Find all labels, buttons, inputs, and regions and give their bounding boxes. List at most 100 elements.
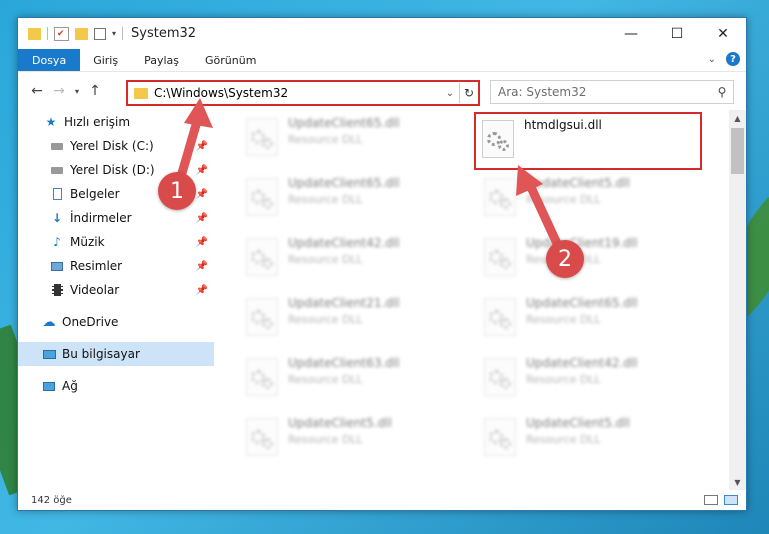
file-name: UpdateClient21.dll: [288, 296, 400, 310]
address-bar[interactable]: C:\Windows\System32 ⌄ ↻: [126, 80, 480, 106]
file-description: Resource DLL: [288, 373, 363, 386]
file-name: UpdateClient65.dll: [288, 176, 400, 190]
nav-item-local-disk-c[interactable]: Yerel Disk (C:) 📌: [18, 134, 214, 158]
file-name: UpdateClient63.dll: [288, 356, 400, 370]
scroll-down-icon[interactable]: ▼: [729, 474, 746, 490]
new-folder-icon[interactable]: [75, 27, 88, 40]
pin-icon[interactable]: 📌: [196, 141, 208, 152]
file-item[interactable]: UpdateClient5.dll Resource DLL: [236, 412, 466, 466]
nav-label: Bu bilgisayar: [62, 347, 140, 361]
search-icon[interactable]: ⚲: [711, 85, 733, 99]
file-item[interactable]: UpdateClient42.dll Resource DLL: [236, 232, 466, 286]
dll-file-icon: [482, 120, 514, 158]
nav-label: Resimler: [70, 259, 123, 273]
nav-item-network[interactable]: Ağ: [18, 374, 214, 398]
file-name: UpdateClient65.dll: [526, 296, 638, 310]
pictures-icon: [50, 260, 64, 273]
details-view-icon[interactable]: [704, 495, 718, 505]
file-name: UpdateClient5.dll: [288, 416, 392, 430]
drive-icon: [50, 164, 64, 177]
recent-locations-icon[interactable]: ▾: [70, 87, 84, 96]
dll-file-icon: [484, 418, 516, 456]
refresh-icon[interactable]: ↻: [459, 83, 478, 103]
tab-share[interactable]: Paylaş: [131, 49, 192, 71]
scroll-up-icon[interactable]: ▲: [729, 110, 746, 126]
customize-toolbar-icon[interactable]: [94, 27, 106, 40]
file-name: UpdateClient65.dll: [288, 116, 400, 130]
explorer-window: ✔ ▾ System32 — ☐ ✕ Dosya Giriş Paylaş Gö…: [17, 17, 747, 511]
pin-icon[interactable]: 📌: [196, 285, 208, 296]
divider: [47, 27, 48, 40]
file-name: UpdateClient42.dll: [288, 236, 400, 250]
nav-label: OneDrive: [62, 315, 119, 329]
minimize-icon[interactable]: —: [608, 18, 654, 49]
up-arrow-icon[interactable]: ↑: [84, 83, 106, 99]
file-item[interactable]: UpdateClient65.dll Resource DLL: [236, 172, 466, 226]
nav-quick-access[interactable]: ★ Hızlı erişim: [18, 110, 214, 134]
nav-item-this-pc[interactable]: Bu bilgisayar: [18, 342, 214, 366]
videos-icon: [50, 284, 64, 297]
chevron-down-icon[interactable]: ▾: [112, 29, 116, 38]
back-arrow-icon[interactable]: ←: [26, 83, 48, 99]
nav-item-videos[interactable]: Videolar 📌: [18, 278, 214, 302]
large-icons-view-icon[interactable]: [724, 495, 738, 505]
file-item[interactable]: UpdateClient5.dll Resource DLL: [474, 172, 704, 226]
pin-icon[interactable]: 📌: [196, 261, 208, 272]
nav-label: Videolar: [70, 283, 120, 297]
nav-item-pictures[interactable]: Resimler 📌: [18, 254, 214, 278]
maximize-icon[interactable]: ☐: [654, 18, 700, 49]
title-bar: ✔ ▾ System32 — ☐ ✕: [18, 18, 746, 49]
pin-icon[interactable]: 📌: [196, 165, 208, 176]
dll-file-icon: [246, 238, 278, 276]
tab-view[interactable]: Görünüm: [192, 49, 269, 71]
vertical-scrollbar[interactable]: ▲ ▼: [729, 110, 746, 490]
file-item-htmdlgsui[interactable]: htmdlgsui.dll: [474, 112, 702, 170]
file-description: Resource DLL: [288, 133, 363, 146]
file-item[interactable]: UpdateClient65.dll Resource DLL: [474, 292, 704, 346]
file-list: UpdateClient65.dll Resource DLL htmdlgsui…: [214, 110, 729, 490]
expand-ribbon-icon[interactable]: ⌄: [708, 54, 716, 65]
status-bar: 142 öğe: [18, 490, 746, 510]
dll-file-icon: [246, 358, 278, 396]
divider: [122, 27, 124, 40]
navigation-pane: ★ Hızlı erişim Yerel Disk (C:) 📌 Yerel D…: [18, 110, 214, 490]
file-item[interactable]: UpdateClient19.dllResource DLL: [474, 232, 704, 286]
search-input[interactable]: [491, 84, 711, 100]
close-icon[interactable]: ✕: [700, 18, 746, 49]
content-area: ★ Hızlı erişim Yerel Disk (C:) 📌 Yerel D…: [18, 110, 746, 490]
pin-icon[interactable]: 📌: [196, 213, 208, 224]
dll-file-icon: [246, 418, 278, 456]
file-item[interactable]: UpdateClient21.dll Resource DLL: [236, 292, 466, 346]
pin-icon[interactable]: 📌: [196, 237, 208, 248]
tab-file[interactable]: Dosya: [18, 49, 81, 71]
nav-label: Ağ: [62, 379, 78, 393]
help-icon[interactable]: ?: [726, 52, 740, 66]
search-box[interactable]: ⚲: [490, 80, 734, 104]
file-description: Resource DLL: [526, 373, 601, 386]
properties-icon[interactable]: ✔: [54, 26, 69, 41]
address-dropdown-icon[interactable]: ⌄: [441, 88, 459, 99]
file-item[interactable]: UpdateClient42.dll Resource DLL: [474, 352, 704, 406]
file-item[interactable]: UpdateClient65.dll Resource DLL: [236, 112, 466, 166]
annotation-badge-1: 1: [158, 172, 196, 210]
nav-label: Yerel Disk (C:): [70, 139, 154, 153]
drive-icon: [50, 140, 64, 153]
tab-home[interactable]: Giriş: [80, 49, 131, 71]
nav-label: Yerel Disk (D:): [70, 163, 155, 177]
nav-item-downloads[interactable]: ↓ İndirmeler 📌: [18, 206, 214, 230]
scroll-thumb[interactable]: [731, 128, 744, 174]
forward-arrow-icon[interactable]: →: [48, 83, 70, 99]
quick-access-toolbar: ✔ ▾: [18, 26, 124, 41]
dll-file-icon: [246, 298, 278, 336]
annotation-label: 1: [170, 178, 184, 204]
pin-icon[interactable]: 📌: [196, 189, 208, 200]
nav-item-music[interactable]: ♪ Müzik 📌: [18, 230, 214, 254]
annotation-label: 2: [558, 246, 572, 272]
file-item[interactable]: UpdateClient5.dll Resource DLL: [474, 412, 704, 466]
nav-item-onedrive[interactable]: ☁ OneDrive: [18, 310, 214, 334]
music-icon: ♪: [53, 235, 61, 249]
file-item[interactable]: UpdateClient63.dll Resource DLL: [236, 352, 466, 406]
address-path[interactable]: C:\Windows\System32: [154, 86, 441, 100]
